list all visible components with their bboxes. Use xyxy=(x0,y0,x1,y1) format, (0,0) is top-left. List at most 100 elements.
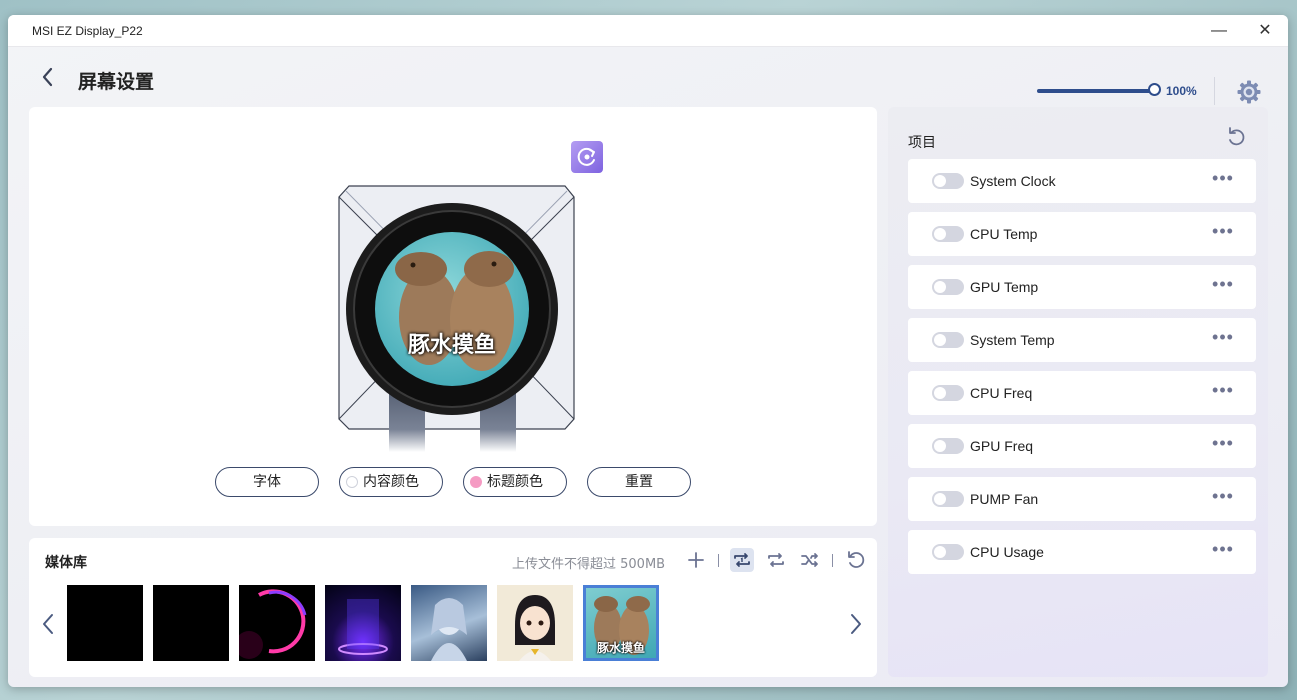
more-options-icon[interactable]: ••• xyxy=(1210,222,1236,244)
anime-girl-silver-image xyxy=(431,598,467,661)
app-window: MSI EZ Display_P22 — ✕ 屏幕设置 100% 豚水摸鱼 字体… xyxy=(8,15,1288,687)
item-cpu-usage: CPU Usage ••• xyxy=(908,530,1256,574)
refresh-media-button[interactable] xyxy=(844,548,868,572)
zoom-slider-thumb[interactable] xyxy=(1148,83,1161,96)
media-thumbnail[interactable] xyxy=(325,585,401,661)
font-button[interactable]: 字体 xyxy=(215,467,319,497)
chevron-left-icon xyxy=(43,614,53,634)
media-thumbnail[interactable] xyxy=(497,585,573,661)
gear-icon xyxy=(1237,80,1261,104)
item-label: PUMP Fan xyxy=(970,491,1039,507)
item-gpu-freq: GPU Freq ••• xyxy=(908,424,1256,468)
toolbar-separator xyxy=(832,554,833,567)
media-thumbnail[interactable] xyxy=(239,585,315,661)
media-library: 媒体库 上传文件不得超过 500MB 豚水摸鱼 xyxy=(29,538,877,677)
toggle-switch[interactable] xyxy=(932,385,964,401)
minimize-button[interactable]: — xyxy=(1208,20,1230,42)
item-system-clock: System Clock ••• xyxy=(908,159,1256,203)
media-prev-button[interactable] xyxy=(39,610,57,638)
portal-image xyxy=(338,599,388,655)
toggle-switch[interactable] xyxy=(932,332,964,348)
title-bar: MSI EZ Display_P22 — ✕ xyxy=(8,15,1288,47)
toggle-knob xyxy=(934,440,946,452)
content-color-label: 内容颜色 xyxy=(363,474,419,490)
neon-ring-image xyxy=(239,589,307,659)
media-thumbnail-selected[interactable]: 豚水摸鱼 xyxy=(583,585,659,661)
zoom-slider-track[interactable] xyxy=(1037,89,1155,93)
title-color-label: 标题颜色 xyxy=(487,474,543,490)
toggle-switch[interactable] xyxy=(932,544,964,560)
repeat-icon xyxy=(768,553,784,567)
toggle-knob xyxy=(934,334,946,346)
content-color-swatch xyxy=(346,476,358,488)
more-options-icon[interactable]: ••• xyxy=(1210,540,1236,562)
media-thumbnail[interactable] xyxy=(153,585,229,661)
toggle-switch[interactable] xyxy=(932,491,964,507)
item-label: GPU Freq xyxy=(970,438,1034,454)
item-label: CPU Temp xyxy=(970,226,1038,242)
refresh-icon xyxy=(848,551,865,568)
toggle-switch[interactable] xyxy=(932,279,964,295)
chevron-left-icon xyxy=(42,67,53,87)
reset-button-label: 重置 xyxy=(625,474,653,490)
media-next-button[interactable] xyxy=(847,610,865,638)
repeat-all-button[interactable] xyxy=(764,548,788,572)
repeat-one-button[interactable] xyxy=(730,548,754,572)
item-pump-fan: PUMP Fan ••• xyxy=(908,477,1256,521)
toggle-switch[interactable] xyxy=(932,226,964,242)
page-header: 屏幕设置 100% xyxy=(8,47,1288,107)
style-buttons: 字体 内容颜色 标题颜色 重置 xyxy=(215,467,695,497)
more-options-icon[interactable]: ••• xyxy=(1210,275,1236,297)
item-label: System Clock xyxy=(970,173,1056,189)
close-button[interactable]: ✕ xyxy=(1254,20,1276,42)
toggle-switch[interactable] xyxy=(932,173,964,189)
toggle-knob xyxy=(934,175,946,187)
toggle-knob xyxy=(934,387,946,399)
more-options-icon[interactable]: ••• xyxy=(1210,328,1236,350)
title-color-swatch xyxy=(470,476,482,488)
items-reset-button[interactable] xyxy=(1224,125,1248,149)
content-color-button[interactable]: 内容颜色 xyxy=(339,467,443,497)
chevron-right-icon xyxy=(851,614,861,634)
shuffle-button[interactable] xyxy=(798,548,822,572)
toggle-knob xyxy=(934,546,946,558)
item-cpu-temp: CPU Temp ••• xyxy=(908,212,1256,256)
more-options-icon[interactable]: ••• xyxy=(1210,169,1236,191)
toggle-knob xyxy=(934,493,946,505)
cooler-illustration xyxy=(338,185,575,452)
media-thumbnail[interactable] xyxy=(67,585,143,661)
settings-button[interactable] xyxy=(1236,79,1262,105)
aio-cooler-preview: 豚水摸鱼 xyxy=(329,167,579,452)
item-label: GPU Temp xyxy=(970,279,1039,295)
item-label: CPU Usage xyxy=(970,544,1044,560)
item-system-temp: System Temp ••• xyxy=(908,318,1256,362)
item-label: System Temp xyxy=(970,332,1055,348)
title-color-button[interactable]: 标题颜色 xyxy=(463,467,567,497)
preview-caption: 豚水摸鱼 xyxy=(407,333,496,358)
repeat-one-icon xyxy=(734,553,750,567)
media-library-title: 媒体库 xyxy=(45,555,87,571)
toggle-knob xyxy=(934,281,946,293)
reset-button[interactable]: 重置 xyxy=(587,467,691,497)
item-label: CPU Freq xyxy=(970,385,1033,401)
thumbnail-caption: 豚水摸鱼 xyxy=(596,641,645,655)
media-thumbnail[interactable] xyxy=(411,585,487,661)
more-options-icon[interactable]: ••• xyxy=(1210,381,1236,403)
header-divider xyxy=(1214,77,1215,105)
preview-card: 豚水摸鱼 字体 内容颜色 标题颜色 重置 xyxy=(29,107,877,526)
toggle-switch[interactable] xyxy=(932,438,964,454)
items-panel-title: 项目 xyxy=(908,135,936,151)
item-gpu-temp: GPU Temp ••• xyxy=(908,265,1256,309)
add-media-button[interactable] xyxy=(684,548,708,572)
upload-limit-hint: 上传文件不得超过 500MB xyxy=(512,557,666,572)
toggle-knob xyxy=(934,228,946,240)
items-panel: 项目 System Clock ••• CPU Temp ••• GPU Tem… xyxy=(888,107,1268,677)
undo-icon xyxy=(1229,127,1245,146)
app-title: MSI EZ Display_P22 xyxy=(32,24,143,38)
back-button[interactable] xyxy=(36,65,60,89)
anime-girl-dark-image xyxy=(515,595,555,661)
more-options-icon[interactable]: ••• xyxy=(1210,487,1236,509)
add-icon xyxy=(688,552,704,568)
toolbar-separator xyxy=(718,554,719,567)
more-options-icon[interactable]: ••• xyxy=(1210,434,1236,456)
